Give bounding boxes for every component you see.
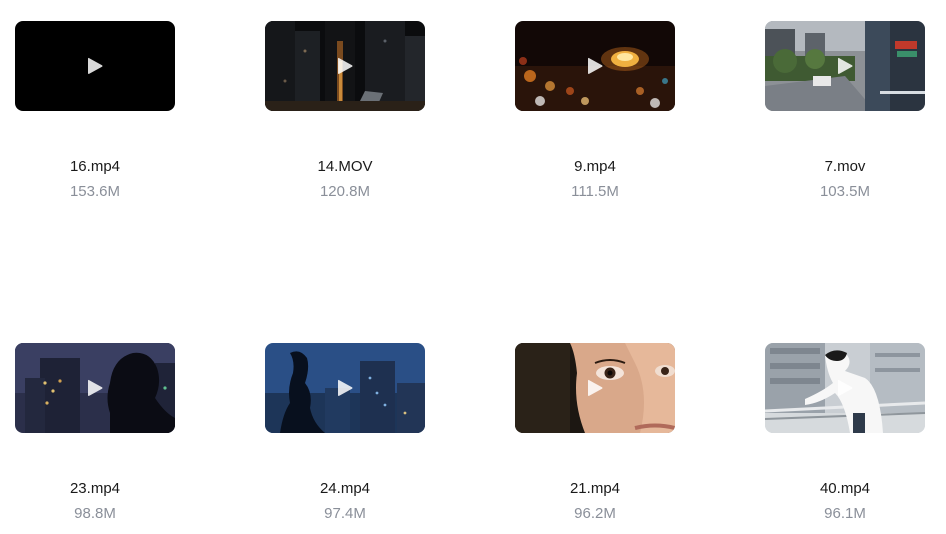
video-filesize: 96.2M xyxy=(574,505,616,522)
video-filename[interactable]: 40.mp4 xyxy=(765,480,925,498)
video-thumbnail[interactable] xyxy=(15,343,175,433)
video-tile[interactable]: 23.mp4 98.8M xyxy=(15,343,175,522)
video-thumbnail[interactable] xyxy=(765,21,925,111)
video-thumbnail[interactable] xyxy=(265,21,425,111)
video-tile[interactable]: 14.MOV 120.8M xyxy=(265,21,425,200)
video-filesize: 153.6M xyxy=(69,183,121,200)
video-filename[interactable]: 9.mp4 xyxy=(515,158,675,176)
video-filename[interactable]: 21.mp4 xyxy=(515,480,675,498)
video-tile[interactable]: 9.mp4 111.5M xyxy=(515,21,675,200)
video-tile[interactable]: 16.mp4 153.6M xyxy=(15,21,175,200)
video-filesize: 98.8M xyxy=(74,505,116,522)
play-icon[interactable] xyxy=(835,378,855,398)
video-filesize: 111.5M xyxy=(571,183,619,200)
play-icon[interactable] xyxy=(835,56,855,76)
video-filename[interactable]: 16.mp4 xyxy=(15,158,175,176)
video-tile[interactable]: 40.mp4 96.1M xyxy=(765,343,925,522)
play-icon[interactable] xyxy=(85,56,105,76)
video-filesize: 103.5M xyxy=(819,183,871,200)
video-tile[interactable]: 7.mov 103.5M xyxy=(765,21,925,200)
video-tile[interactable]: 24.mp4 97.4M xyxy=(265,343,425,522)
video-thumbnail[interactable] xyxy=(515,343,675,433)
video-thumbnail[interactable] xyxy=(765,343,925,433)
play-icon[interactable] xyxy=(585,378,605,398)
video-filename[interactable]: 23.mp4 xyxy=(15,480,175,498)
video-filesize: 96.1M xyxy=(824,505,866,522)
video-thumbnail[interactable] xyxy=(515,21,675,111)
video-filename[interactable]: 7.mov xyxy=(765,158,925,176)
video-filename[interactable]: 14.MOV xyxy=(265,158,425,176)
play-icon[interactable] xyxy=(85,378,105,398)
video-filesize: 97.4M xyxy=(324,505,366,522)
play-icon[interactable] xyxy=(585,56,605,76)
video-tile[interactable]: 21.mp4 96.2M xyxy=(515,343,675,522)
video-grid: 16.mp4 153.6M 14.MOV 120.8M 9.mp4 111.5M… xyxy=(0,0,946,534)
play-icon[interactable] xyxy=(335,378,355,398)
video-thumbnail[interactable] xyxy=(15,21,175,111)
video-thumbnail[interactable] xyxy=(265,343,425,433)
video-filename[interactable]: 24.mp4 xyxy=(265,480,425,498)
play-icon[interactable] xyxy=(335,56,355,76)
video-filesize: 120.8M xyxy=(319,183,371,200)
